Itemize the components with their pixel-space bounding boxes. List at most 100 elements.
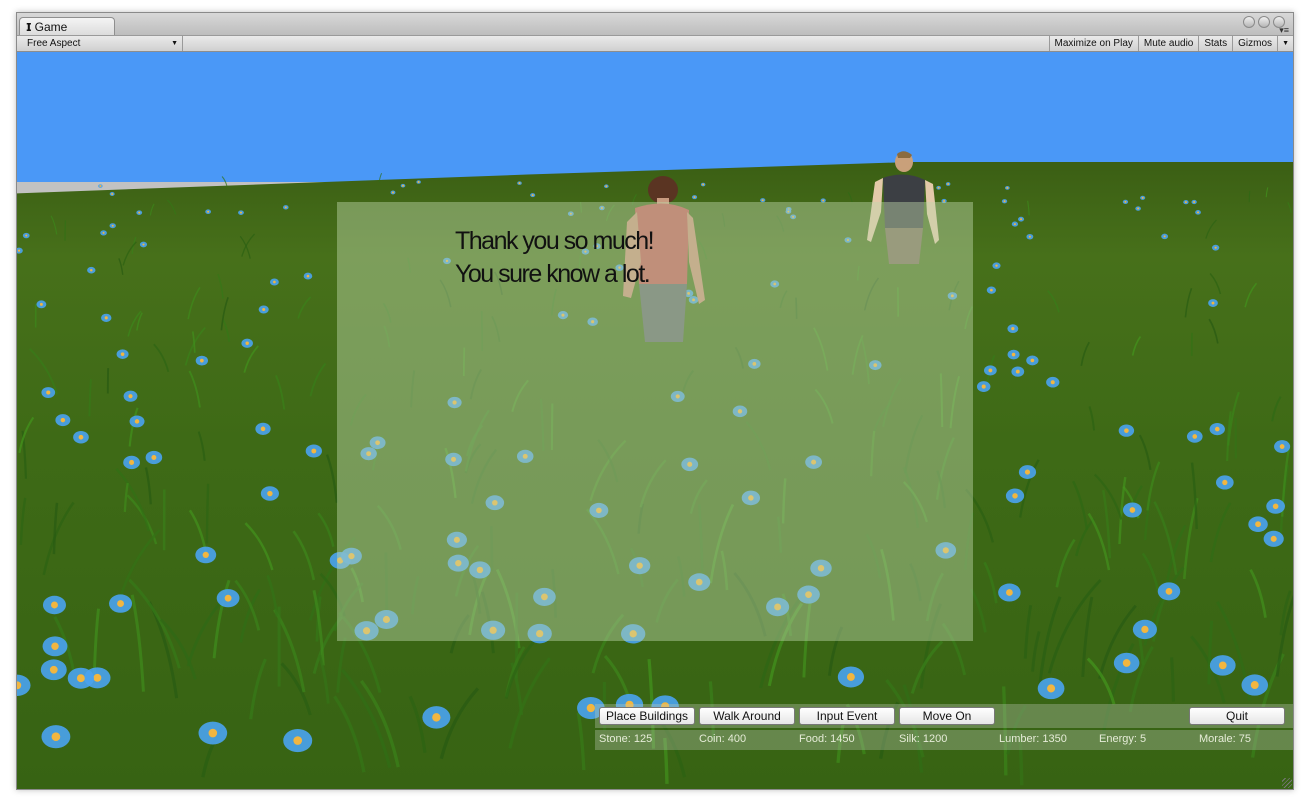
flower bbox=[129, 415, 145, 428]
flower bbox=[1026, 233, 1034, 240]
gizmos-button[interactable]: Gizmos bbox=[1232, 36, 1277, 51]
flower bbox=[1037, 677, 1065, 700]
aspect-dropdown[interactable]: Free Aspect ▼ bbox=[21, 36, 183, 51]
flower bbox=[837, 666, 865, 688]
flower bbox=[283, 205, 289, 210]
gizmos-dropdown-icon[interactable]: ▼ bbox=[1277, 36, 1293, 51]
grass-blade bbox=[130, 594, 145, 692]
flower bbox=[139, 241, 148, 248]
resize-grip-icon[interactable] bbox=[1282, 778, 1292, 788]
move-on-button[interactable]: Move On bbox=[899, 707, 995, 725]
grass-blade bbox=[221, 176, 228, 187]
window-button-icon[interactable] bbox=[1258, 16, 1270, 28]
grass-blade bbox=[1080, 341, 1090, 366]
grass-blade bbox=[19, 497, 27, 545]
grass-blade bbox=[197, 431, 206, 461]
quit-button[interactable]: Quit bbox=[1189, 707, 1285, 725]
flower bbox=[101, 313, 112, 323]
flower bbox=[145, 450, 163, 465]
grass-blade bbox=[1248, 190, 1251, 203]
flower bbox=[87, 266, 96, 274]
grass-blade bbox=[1170, 657, 1175, 702]
grass-blade bbox=[88, 379, 92, 417]
window-button-icon[interactable] bbox=[1243, 16, 1255, 28]
grass-blade bbox=[29, 348, 58, 395]
flower bbox=[390, 190, 396, 195]
grass-blade bbox=[1153, 501, 1178, 575]
resource-bar: Stone: 125 Coin: 400 Food: 1450 Silk: 12… bbox=[595, 730, 1293, 750]
grass-blade bbox=[576, 712, 586, 771]
flower bbox=[1005, 488, 1025, 504]
grass-blade bbox=[1209, 272, 1222, 295]
flower bbox=[976, 381, 991, 392]
grass-blade bbox=[1047, 290, 1060, 313]
flower bbox=[603, 184, 609, 189]
flower bbox=[936, 185, 941, 190]
grass-blade bbox=[166, 199, 177, 215]
maximize-on-play-button[interactable]: Maximize on Play bbox=[1048, 36, 1138, 51]
flower bbox=[422, 706, 451, 729]
grass-blade bbox=[243, 345, 259, 373]
flower bbox=[1011, 221, 1019, 227]
grass-blade bbox=[1072, 480, 1089, 530]
walk-around-button[interactable]: Walk Around bbox=[699, 707, 795, 725]
stone-stat: Stone: 125 bbox=[599, 733, 653, 745]
grass-blade bbox=[144, 467, 152, 505]
grass-blade bbox=[249, 658, 267, 720]
unity-icon: 𝗜 bbox=[26, 22, 32, 34]
flower bbox=[1011, 366, 1025, 377]
flower bbox=[1004, 186, 1010, 190]
grass-blade bbox=[847, 191, 853, 203]
flower bbox=[700, 182, 706, 187]
grass-blade bbox=[188, 370, 201, 408]
flower bbox=[1191, 199, 1197, 205]
flower bbox=[1001, 199, 1008, 204]
grass-blade bbox=[118, 258, 124, 275]
silk-stat: Silk: 1200 bbox=[899, 733, 948, 745]
dialogue-text: Thank you so much! You sure know a lot. bbox=[455, 225, 655, 291]
grass-blade bbox=[1271, 396, 1282, 422]
flower bbox=[195, 546, 217, 564]
grass-blade bbox=[239, 588, 261, 643]
dialogue-line-1: Thank you so much! bbox=[455, 227, 655, 255]
toolbar-right: Maximize on Play Mute audio Stats Gizmos… bbox=[1048, 36, 1293, 51]
grass-blade bbox=[1088, 406, 1096, 431]
game-viewport[interactable] bbox=[17, 52, 1293, 789]
grass-blade bbox=[317, 512, 335, 547]
grass-blade bbox=[123, 482, 129, 512]
flower bbox=[1132, 619, 1157, 640]
flower bbox=[1018, 465, 1037, 479]
stats-button[interactable]: Stats bbox=[1198, 36, 1232, 51]
flower bbox=[238, 210, 244, 215]
flower bbox=[269, 278, 279, 286]
grass-blade bbox=[1081, 596, 1094, 678]
grass-blade bbox=[275, 374, 286, 410]
flower bbox=[984, 365, 997, 376]
flower bbox=[1161, 233, 1169, 240]
input-event-button[interactable]: Input Event bbox=[799, 707, 895, 725]
place-buildings-button[interactable]: Place Buildings bbox=[599, 707, 695, 725]
flower bbox=[945, 182, 951, 186]
flower bbox=[1274, 440, 1291, 453]
flower bbox=[42, 595, 66, 615]
flower bbox=[1122, 502, 1142, 518]
grass-blade bbox=[309, 362, 327, 397]
grass-blade bbox=[292, 530, 316, 581]
grass-blade bbox=[983, 561, 998, 604]
flower bbox=[1157, 582, 1181, 601]
grass-blade bbox=[1207, 620, 1214, 685]
flower bbox=[283, 728, 313, 753]
flower bbox=[1118, 424, 1135, 437]
grass-blade bbox=[408, 695, 427, 753]
morale-stat: Morale: 75 bbox=[1199, 733, 1251, 745]
food-stat: Food: 1450 bbox=[799, 733, 855, 745]
grass-blade bbox=[1265, 187, 1269, 198]
grass-blade bbox=[1275, 594, 1293, 677]
grass-blade bbox=[1205, 219, 1217, 239]
flower bbox=[17, 247, 23, 254]
tab-game[interactable]: 𝗜 Game bbox=[19, 17, 115, 35]
grass-blade bbox=[280, 662, 312, 716]
flower bbox=[1215, 475, 1234, 490]
mute-audio-button[interactable]: Mute audio bbox=[1137, 36, 1198, 51]
panel-menu-icon[interactable]: ▾≡ bbox=[1279, 26, 1289, 35]
